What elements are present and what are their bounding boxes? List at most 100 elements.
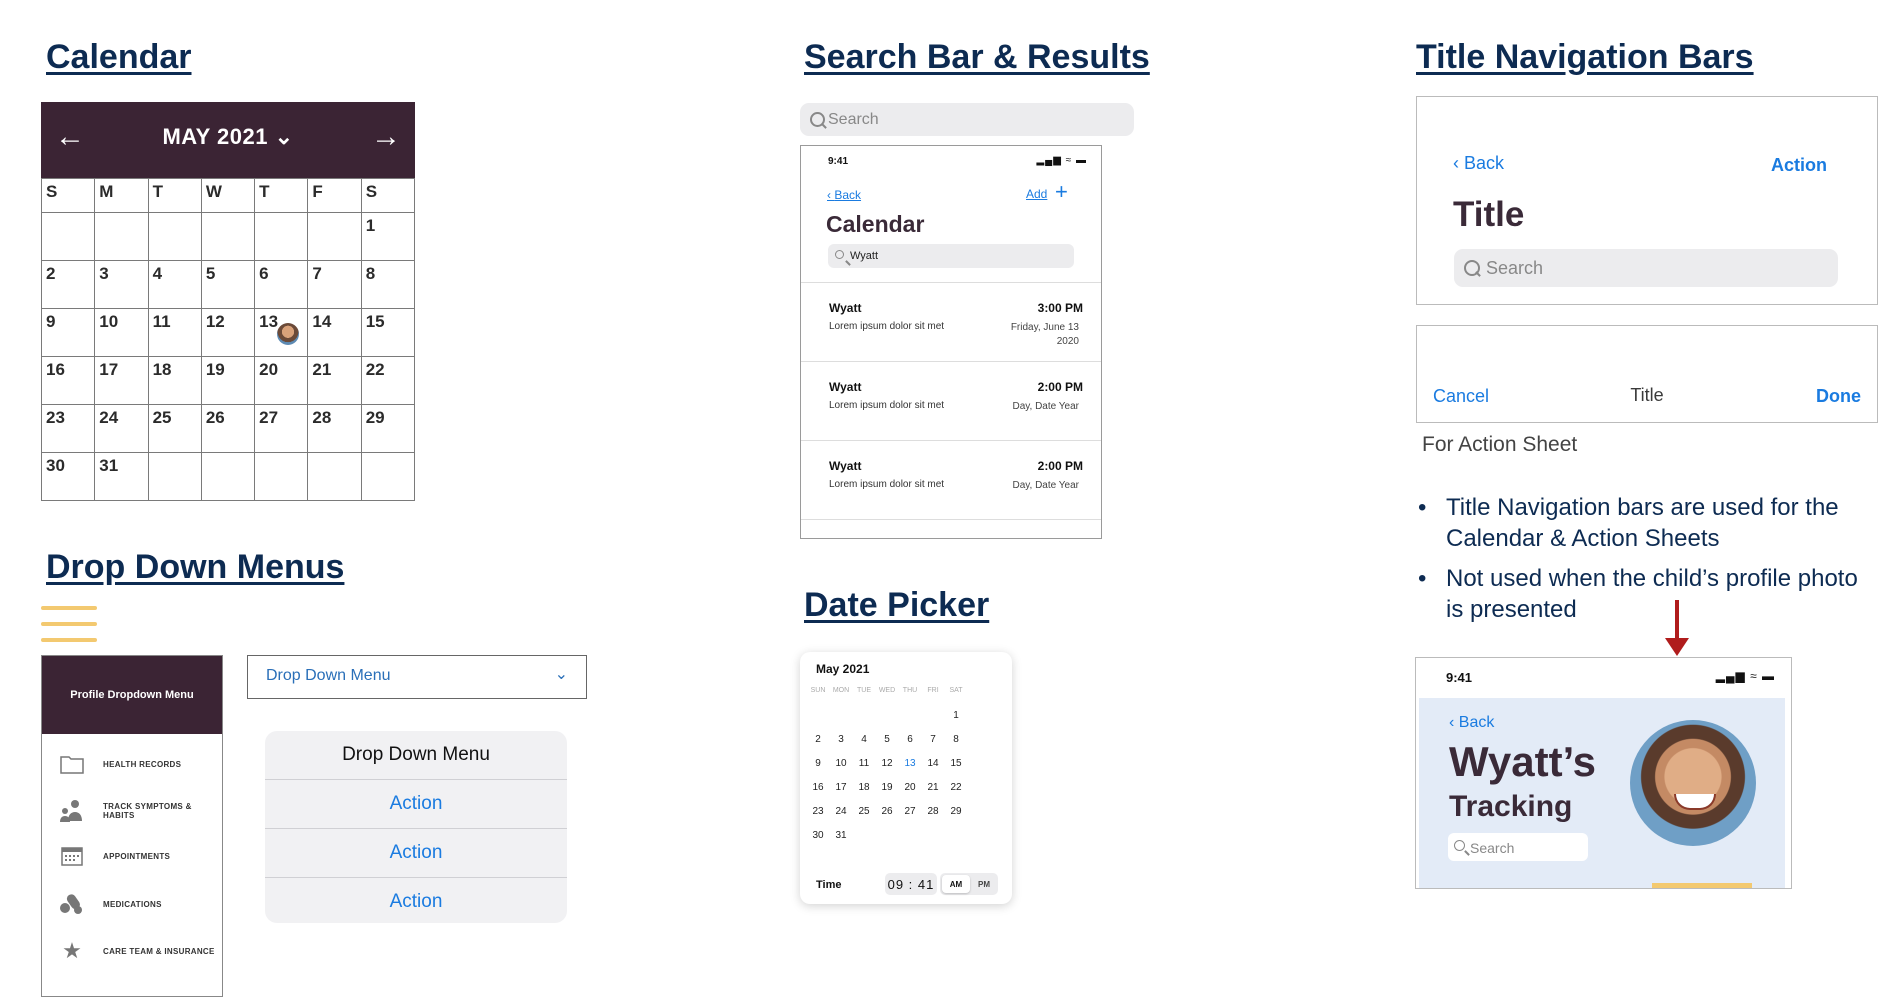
- calendar-icon: [59, 844, 85, 868]
- search-input[interactable]: Wyatt: [828, 244, 1074, 268]
- child-profile-photo[interactable]: [1630, 720, 1756, 846]
- back-button[interactable]: ‹ Back: [827, 188, 861, 202]
- calendar-widget: ← MAY 2021 ⌄ → SMTWTFS 1 2 3 4 5 6 7 8 9 10 11 12 13…: [40, 102, 416, 501]
- result-row[interactable]: Wyatt Lorem ipsum dolor sit met 3:00 PM …: [801, 282, 1101, 361]
- calendar-day[interactable]: 31: [94, 452, 149, 501]
- date-picker-day[interactable]: 29: [942, 806, 970, 817]
- navbars-heading: Title Navigation Bars: [1416, 38, 1754, 76]
- navbar-caption: For Action Sheet: [1422, 433, 1578, 456]
- calendar-day[interactable]: 11: [147, 308, 202, 357]
- action-button[interactable]: Action: [265, 829, 567, 878]
- calendar-day[interactable]: 16: [40, 356, 96, 405]
- calendar-day[interactable]: 25: [147, 404, 202, 453]
- calendar-day[interactable]: 4: [147, 260, 202, 309]
- calendar-day[interactable]: 7: [307, 260, 362, 309]
- date-picker-month[interactable]: May 2021: [816, 662, 869, 676]
- calendar-day[interactable]: 10: [94, 308, 149, 357]
- back-label: Back: [1458, 714, 1495, 731]
- pm-option[interactable]: PM: [970, 875, 998, 893]
- calendar-day[interactable]: 13: [254, 308, 309, 357]
- calendar-day[interactable]: 9: [40, 308, 96, 357]
- hamburger-line: [41, 622, 97, 626]
- calendar-day-number: 27: [259, 408, 279, 427]
- search-bar[interactable]: Search: [800, 103, 1134, 136]
- calendar-day[interactable]: 8: [360, 260, 416, 309]
- chevron-down-icon: ⌄: [554, 666, 568, 683]
- am-option[interactable]: AM: [942, 875, 970, 893]
- result-time: 3:00 PM: [1037, 301, 1083, 315]
- calendar-day[interactable]: 21: [307, 356, 362, 405]
- back-button[interactable]: ‹ Back: [1453, 153, 1504, 174]
- calendar-day[interactable]: 19: [200, 356, 256, 405]
- add-button[interactable]: Add: [1026, 187, 1047, 201]
- calendar-day[interactable]: 29: [360, 404, 416, 453]
- calendar-day[interactable]: 20: [254, 356, 309, 405]
- back-button[interactable]: ‹ Back: [1449, 714, 1494, 732]
- menu-item-care-team[interactable]: ★ CARE TEAM & INSURANCE: [42, 936, 222, 966]
- bullet-text: Title Navigation bars are used for the C…: [1446, 494, 1839, 552]
- calendar-day[interactable]: 5: [200, 260, 256, 309]
- calendar-day-number: 29: [365, 408, 385, 427]
- calendar-day[interactable]: 17: [94, 356, 149, 405]
- calendar-month-selector[interactable]: MAY 2021 ⌄: [41, 124, 415, 150]
- date-picker-day[interactable]: 22: [942, 782, 970, 793]
- status-time: 9:41: [828, 156, 849, 167]
- calendar-day[interactable]: 15: [360, 308, 416, 357]
- weekday-header: T: [147, 178, 202, 213]
- calendar-day[interactable]: 27: [254, 404, 309, 453]
- date-picker-day[interactable]: 1: [942, 710, 970, 721]
- status-icons: ▂▄▆ ≈ ▬: [1715, 669, 1775, 683]
- result-row[interactable]: Wyatt Lorem ipsum dolor sit met 2:00 PM …: [801, 440, 1101, 520]
- arrow-right-icon[interactable]: →: [371, 120, 401, 154]
- search-placeholder: Search: [828, 111, 879, 128]
- search-input[interactable]: Search: [1454, 249, 1838, 287]
- calendar-day[interactable]: 22: [360, 356, 416, 405]
- calendar-week-row: 9 10 11 12 13 14 15: [40, 308, 416, 357]
- menu-item-label: MEDICATIONS: [103, 899, 162, 909]
- profile-menu-title: Profile Dropdown Menu: [42, 656, 222, 734]
- result-row[interactable]: Wyatt Lorem ipsum dolor sit met 2:00 PM …: [801, 361, 1101, 440]
- dropdown-select[interactable]: Drop Down Menu ⌄: [247, 655, 587, 699]
- calendar-day[interactable]: 14: [307, 308, 362, 357]
- date-picker-day[interactable]: 15: [942, 758, 970, 769]
- calendar-day[interactable]: 28: [307, 404, 362, 453]
- calendar-day-number: 2: [46, 264, 56, 283]
- calendar-day-number: 3: [99, 264, 109, 283]
- done-button[interactable]: Done: [1816, 386, 1861, 407]
- calendar-day[interactable]: 30: [40, 452, 96, 501]
- bullet-dot: •: [1418, 494, 1427, 521]
- result-desc: Lorem ipsum dolor sit met: [829, 400, 945, 411]
- calendar-week-row: 23 24 25 26 27 28 29: [40, 404, 416, 453]
- calendar-day[interactable]: 23: [40, 404, 96, 453]
- pills-icon: [59, 892, 85, 916]
- calendar-day[interactable]: 1: [360, 212, 416, 261]
- date-picker-day[interactable]: 8: [942, 734, 970, 745]
- action-button[interactable]: Action: [265, 780, 567, 829]
- date-picker-day[interactable]: 31: [827, 830, 855, 841]
- action-button[interactable]: Action: [1771, 155, 1827, 176]
- calendar-day[interactable]: 12: [200, 308, 256, 357]
- calendar-day[interactable]: 26: [200, 404, 256, 453]
- search-input[interactable]: Search: [1448, 833, 1588, 861]
- calendar-day-number: 9: [46, 312, 56, 331]
- action-sheet-title: Drop Down Menu: [265, 731, 567, 780]
- menu-item-medications[interactable]: MEDICATIONS: [42, 889, 222, 919]
- hamburger-line: [41, 638, 97, 642]
- time-input[interactable]: 09 : 41: [885, 873, 937, 895]
- plus-icon[interactable]: +: [1055, 179, 1068, 205]
- status-time: 9:41: [1446, 670, 1473, 685]
- calendar-empty-cell: [360, 452, 416, 501]
- calendar-day-number: 16: [46, 360, 65, 379]
- calendar-empty-cell: [147, 212, 202, 261]
- calendar-day-number: 17: [99, 360, 119, 379]
- action-button[interactable]: Action: [265, 878, 567, 926]
- calendar-day[interactable]: 3: [94, 260, 149, 309]
- menu-item-track-symptoms[interactable]: TRACK SYMPTOMS & HABITS: [42, 796, 222, 826]
- menu-item-appointments[interactable]: APPOINTMENTS: [42, 841, 222, 871]
- calendar-day-number: 11: [152, 312, 171, 331]
- menu-item-health-records[interactable]: HEALTH RECORDS: [42, 749, 222, 779]
- calendar-day[interactable]: 2: [40, 260, 96, 309]
- calendar-day[interactable]: 24: [94, 404, 149, 453]
- calendar-day[interactable]: 18: [147, 356, 202, 405]
- calendar-day[interactable]: 6: [254, 260, 309, 309]
